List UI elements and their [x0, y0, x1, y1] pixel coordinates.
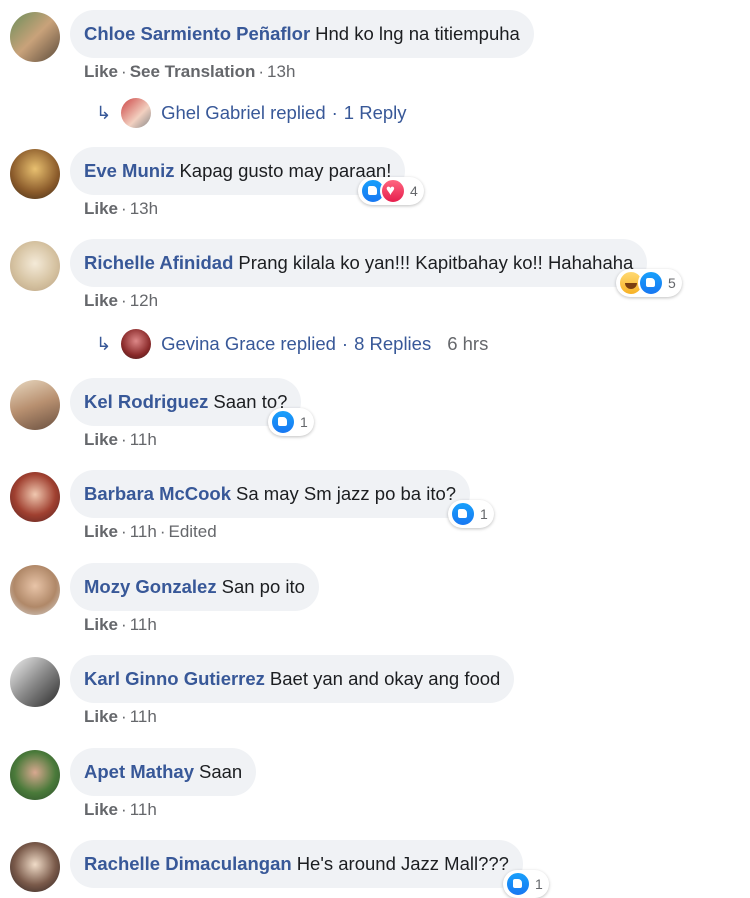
comment-bubble: Mozy Gonzalez San po ito: [70, 563, 319, 611]
comment-actions: Like · 11h: [84, 800, 157, 819]
comment-author[interactable]: Kel Rodriguez: [84, 391, 208, 413]
comment-actions: Like · 11h: [84, 615, 157, 634]
reaction-summary[interactable]: 1: [448, 500, 494, 528]
like-reaction-icon: [505, 871, 531, 897]
timestamp[interactable]: 13h: [267, 62, 295, 81]
timestamp[interactable]: 11h: [130, 522, 157, 541]
like-button[interactable]: Like: [84, 800, 118, 819]
replies-link[interactable]: ↳ Ghel Gabriel replied · 1 Reply: [96, 96, 407, 130]
like-button[interactable]: Like: [84, 62, 118, 81]
reply-timestamp: 6 hrs: [447, 333, 489, 354]
reply-arrow-icon: ↳: [96, 102, 112, 123]
avatar: [121, 98, 152, 128]
reaction-count: 1: [480, 506, 488, 522]
comment-author[interactable]: Karl Ginno Gutierrez: [84, 668, 265, 690]
comment-actions: Like · See Translation · 13h: [84, 62, 296, 81]
reply-arrow-icon: ↳: [96, 333, 112, 354]
comment-bubble: Eve Muniz Kapag gusto may paraan!: [70, 147, 406, 195]
comment-actions: Like · 11h · Edited: [84, 522, 217, 541]
love-reaction-icon: [380, 178, 406, 204]
comment-text: Hnd ko lng na titiempuha: [315, 23, 520, 44]
comment-text: Kapag gusto may paraan!: [179, 160, 392, 181]
comment-actions: Like · 11h: [84, 707, 157, 726]
comment-text: Sa may Sm jazz po ba ito?: [236, 483, 457, 504]
reaction-summary[interactable]: 1: [268, 408, 314, 436]
like-reaction-icon: [270, 409, 296, 435]
reply-author[interactable]: Ghel Gabriel replied: [161, 102, 326, 124]
like-reaction-icon: [450, 501, 476, 527]
like-button[interactable]: Like: [84, 615, 118, 634]
comment-bubble: Rachelle Dimaculangan He's around Jazz M…: [70, 840, 523, 888]
reaction-summary[interactable]: 1: [503, 870, 549, 898]
reaction-count: 1: [535, 876, 543, 892]
timestamp[interactable]: 12h: [130, 291, 158, 310]
comment-actions: Like · 13h: [84, 199, 159, 218]
comment-bubble: Apet Mathay Saan: [70, 748, 257, 796]
avatar[interactable]: [10, 472, 60, 522]
replies-link[interactable]: ↳ Gevina Grace replied · 8 Replies 6 hrs: [96, 327, 488, 361]
reaction-summary[interactable]: 4: [358, 177, 424, 205]
comment-text: Baet yan and okay ang food: [269, 668, 501, 689]
comment-author[interactable]: Barbara McCook: [84, 483, 231, 505]
timestamp[interactable]: 11h: [130, 800, 157, 819]
comment-bubble: Kel Rodriguez Saan to?: [70, 378, 302, 426]
comment-actions: Like · 11h: [84, 430, 157, 449]
like-button[interactable]: Like: [84, 199, 118, 218]
avatar[interactable]: [10, 842, 60, 892]
avatar[interactable]: [10, 750, 60, 800]
timestamp[interactable]: 13h: [130, 199, 158, 218]
avatar[interactable]: [10, 149, 60, 199]
comment-bubble: Karl Ginno Gutierrez Baet yan and okay a…: [70, 655, 515, 703]
timestamp[interactable]: 11h: [130, 707, 157, 726]
reaction-summary[interactable]: 5: [616, 269, 682, 297]
reaction-count: 4: [410, 183, 418, 199]
comment-text: Saan: [199, 761, 243, 782]
avatar[interactable]: [10, 657, 60, 707]
like-button[interactable]: Like: [84, 522, 118, 541]
comment-author[interactable]: Richelle Afinidad: [84, 252, 233, 274]
comment-author[interactable]: Apet Mathay: [84, 761, 194, 783]
see-translation-link[interactable]: See Translation: [130, 62, 256, 81]
reply-count[interactable]: 1 Reply: [344, 102, 407, 124]
comment-author[interactable]: Chloe Sarmiento Peñaflor: [84, 23, 310, 45]
comment-author[interactable]: Eve Muniz: [84, 160, 174, 182]
avatar[interactable]: [10, 12, 60, 62]
comment-bubble: Barbara McCook Sa may Sm jazz po ba ito?: [70, 470, 471, 518]
like-button[interactable]: Like: [84, 707, 118, 726]
like-button[interactable]: Like: [84, 291, 118, 310]
comment-author[interactable]: Mozy Gonzalez: [84, 576, 217, 598]
timestamp[interactable]: 11h: [130, 615, 157, 634]
like-button[interactable]: Like: [84, 430, 118, 449]
comment-bubble: Chloe Sarmiento Peñaflor Hnd ko lng na t…: [70, 10, 534, 58]
like-reaction-icon: [638, 270, 664, 296]
reply-count[interactable]: 8 Replies: [354, 333, 431, 355]
comment-text: He's around Jazz Mall???: [296, 853, 509, 874]
avatar[interactable]: [10, 565, 60, 615]
comment-bubble: Richelle Afinidad Prang kilala ko yan!!!…: [70, 239, 648, 287]
avatar[interactable]: [10, 380, 60, 430]
comment-author[interactable]: Rachelle Dimaculangan: [84, 853, 292, 875]
reply-author[interactable]: Gevina Grace replied: [161, 333, 336, 355]
avatar[interactable]: [10, 241, 60, 291]
timestamp[interactable]: 11h: [130, 430, 157, 449]
comment-actions: Like · 12h: [84, 291, 159, 310]
comment-text: Prang kilala ko yan!!! Kapitbahay ko!! H…: [238, 252, 634, 273]
avatar: [121, 329, 152, 359]
edited-label: Edited: [168, 522, 217, 541]
comment-text: San po ito: [221, 576, 305, 597]
reaction-count: 5: [668, 275, 676, 291]
reaction-count: 1: [300, 414, 308, 430]
